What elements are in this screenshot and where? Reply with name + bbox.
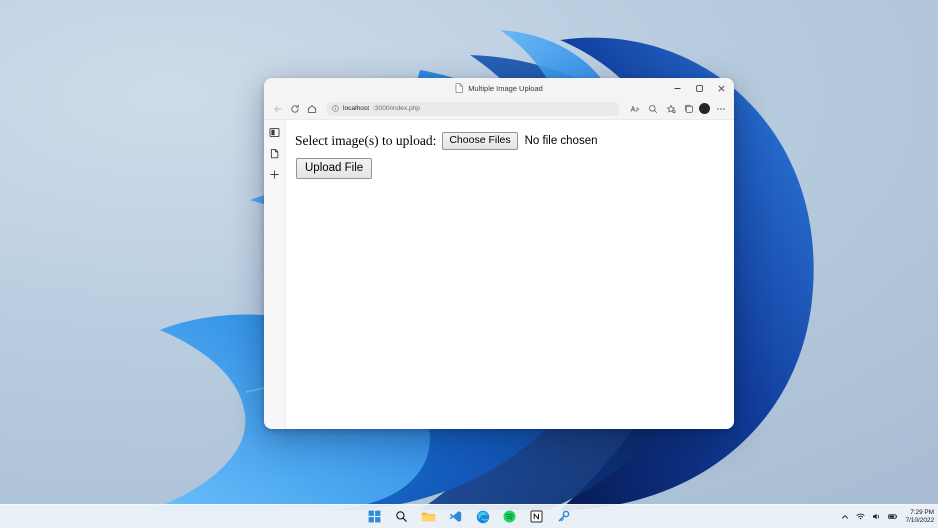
favorites-button[interactable]	[663, 101, 678, 116]
copilot-page-icon[interactable]	[268, 147, 281, 160]
spotify-button[interactable]	[502, 509, 518, 525]
browser-tab[interactable]: Multiple Image Upload	[455, 83, 543, 93]
browser-toolbar[interactable]: localhost:3000/index.php	[264, 98, 734, 120]
clock-time: 7:29 PM	[910, 509, 934, 517]
favorites-icon	[666, 104, 676, 113]
upload-form-row: Select image(s) to upload: Choose Files …	[295, 132, 734, 151]
maximize-button[interactable]	[688, 78, 710, 98]
wifi-icon[interactable]	[856, 512, 866, 522]
zoom-icon	[648, 104, 657, 113]
url-path: :3000/index.php	[373, 105, 420, 112]
folder-icon	[421, 512, 436, 522]
split-screen-icon[interactable]	[268, 126, 281, 139]
volume-icon[interactable]	[872, 512, 882, 522]
info-circle-icon	[332, 105, 339, 112]
collections-button[interactable]	[681, 101, 696, 116]
refresh-icon	[290, 104, 299, 113]
taskbar-icons[interactable]	[367, 509, 572, 525]
vscode-button[interactable]	[448, 509, 464, 525]
refresh-button[interactable]	[287, 101, 302, 116]
browser-body: Select image(s) to upload: Choose Files …	[264, 120, 734, 429]
collections-icon	[684, 104, 693, 113]
edge-icon	[476, 510, 489, 523]
read-aloud-button[interactable]	[627, 101, 642, 116]
page-icon	[455, 83, 463, 93]
close-button[interactable]	[710, 78, 732, 98]
home-icon	[307, 104, 316, 113]
clock-date: 7/10/2022	[905, 516, 934, 524]
tab-title: Multiple Image Upload	[468, 83, 543, 93]
windows-logo-icon	[368, 510, 381, 523]
add-tool-icon[interactable]	[268, 168, 281, 181]
choose-files-button[interactable]: Choose Files	[442, 132, 518, 151]
taskbar[interactable]: 7:29 PM 7/10/2022	[0, 504, 938, 528]
zoom-button[interactable]	[645, 101, 660, 116]
back-arrow-icon	[274, 105, 281, 112]
minimize-button[interactable]	[666, 78, 688, 98]
key-app-button[interactable]	[556, 509, 572, 525]
home-button[interactable]	[304, 101, 319, 116]
start-button[interactable]	[367, 509, 383, 525]
settings-more-icon	[716, 107, 725, 110]
upload-file-button[interactable]: Upload File	[296, 158, 373, 180]
clock[interactable]: 7:29 PM 7/10/2022	[906, 509, 934, 523]
read-aloud-icon	[630, 105, 639, 112]
notion-button[interactable]	[529, 509, 545, 525]
spotify-icon	[503, 510, 516, 523]
no-file-chosen-text: No file chosen	[524, 135, 598, 147]
profile-avatar[interactable]	[699, 103, 710, 114]
minimize-icon	[674, 87, 680, 89]
key-icon	[558, 510, 570, 522]
edge-sidebar[interactable]	[264, 120, 286, 429]
page-content: Select image(s) to upload: Choose Files …	[286, 120, 734, 429]
maximize-icon	[695, 84, 703, 92]
upload-label: Select image(s) to upload:	[295, 133, 437, 148]
browser-titlebar[interactable]: Multiple Image Upload	[264, 78, 734, 98]
edge-button[interactable]	[475, 509, 491, 525]
notion-icon	[530, 510, 543, 523]
toolbar-right-actions[interactable]	[627, 101, 728, 116]
battery-icon[interactable]	[887, 512, 898, 522]
chevron-up-icon[interactable]	[840, 512, 850, 522]
back-button[interactable]	[270, 101, 285, 116]
address-bar[interactable]: localhost:3000/index.php	[326, 101, 620, 116]
search-icon	[396, 511, 407, 522]
vscode-icon	[449, 511, 462, 522]
search-button[interactable]	[394, 509, 410, 525]
url-host: localhost	[343, 105, 370, 112]
close-icon	[717, 84, 725, 92]
file-explorer-button[interactable]	[421, 509, 437, 525]
browser-window[interactable]: Multiple Image Upload localhost:3000/in…	[264, 78, 734, 429]
system-tray[interactable]: 7:29 PM 7/10/2022	[840, 505, 934, 528]
settings-more-button[interactable]	[713, 101, 728, 116]
window-controls[interactable]	[666, 78, 732, 98]
